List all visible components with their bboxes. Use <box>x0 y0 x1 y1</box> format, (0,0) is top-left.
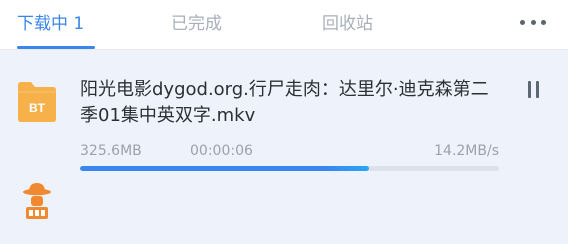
download-list: BT 阳光电影dygod.org.行尸走肉：达里尔·迪克森第二季01集中英双字.… <box>0 50 568 244</box>
pause-icon[interactable] <box>527 81 541 98</box>
elapsed-time: 00:00:06 <box>190 143 253 159</box>
active-tab-indicator <box>17 46 95 49</box>
bt-folder-icon: BT <box>18 82 56 122</box>
progress-bar <box>80 166 499 171</box>
download-speed: 14.2MB/s <box>434 143 499 159</box>
downloaded-size: 325.6MB <box>80 143 142 159</box>
file-name: 阳光电影dygod.org.行尸走肉：达里尔·迪克森第二季01集中英双字.mkv <box>80 79 489 126</box>
tab-recycle-bin[interactable]: 回收站 <box>322 13 373 35</box>
download-item[interactable]: BT 阳光电影dygod.org.行尸走肉：达里尔·迪克森第二季01集中英双字.… <box>0 50 568 180</box>
tab-completed[interactable]: 已完成 <box>171 13 222 35</box>
tab-downloading[interactable]: 下载中 1 <box>17 13 84 35</box>
mascot-icon[interactable] <box>22 183 52 225</box>
more-horizontal-icon[interactable] <box>520 18 546 26</box>
bt-label: BT <box>29 101 46 115</box>
tab-bar: 下载中 1 已完成 回收站 <box>0 0 568 50</box>
progress-fill <box>80 166 370 171</box>
